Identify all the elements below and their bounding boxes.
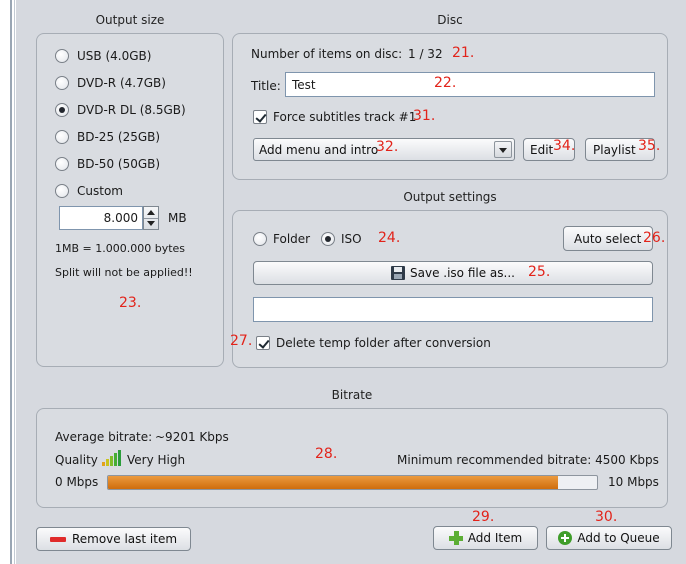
radio-dvdr-circle[interactable] [55,76,69,90]
output-settings-title: Output settings [403,190,497,204]
title-label: Title: [251,79,281,93]
remove-last-item-label: Remove last item [71,532,178,546]
bitrate-title: Bitrate [331,388,373,402]
bitrate-progress-fill [108,476,558,489]
annotation-35: 35. [638,138,661,154]
minus-icon [49,536,66,542]
annotation-31: 31. [413,108,436,124]
radio-folder-circle[interactable] [253,232,267,246]
custom-size-unit: MB [168,211,187,225]
output-size-group: USB (4.0GB) DVD-R (4.7GB) DVD-R DL (8.5G… [36,33,224,367]
auto-select-label: Auto select [574,231,642,246]
radio-usb-circle[interactable] [55,49,69,63]
stepper-down-icon[interactable] [147,221,155,226]
bitrate-max-label: 10 Mbps [608,475,659,489]
edit-button-label: Edit [530,142,554,157]
min-recommended-bitrate: Minimum recommended bitrate: 4500 Kbps [397,453,659,467]
force-subtitles-label: Force subtitles track #1 [273,110,417,124]
playlist-button-label: Playlist [593,142,636,157]
title-input[interactable]: Test [285,72,655,97]
add-to-queue-button[interactable]: Add to Queue [546,526,672,550]
annotation-34: 34. [553,138,576,154]
stepper-up-icon[interactable] [147,210,155,215]
bitrate-progress-bar [107,475,598,490]
average-bitrate-label: Average bitrate: [55,430,153,444]
save-iso-button[interactable]: Save .iso file as... [253,261,653,285]
plus-icon [448,531,463,545]
annotation-28: 28. [315,446,338,462]
radio-bd50-circle[interactable] [55,157,69,171]
add-item-label: Add Item [467,531,523,545]
items-count-value: 1 / 32 [408,47,443,61]
output-size-title: Output size [95,13,165,27]
title-input-value: Test [292,77,316,92]
radio-dvdr[interactable]: DVD-R (4.7GB) [55,76,166,90]
bitrate-min-label: 0 Mbps [55,475,99,489]
custom-size-stepper[interactable] [143,206,159,230]
disc-group: Number of items on disc: 1 / 32 21. Titl… [232,33,668,180]
delete-temp-label: Delete temp folder after conversion [276,336,491,350]
split-warning: Split will not be applied!! [55,266,193,279]
quality-value: Very High [127,453,186,467]
remove-last-item-button[interactable]: Remove last item [36,527,191,551]
annotation-27: 27. [230,333,253,349]
radio-bd50[interactable]: BD-50 (50GB) [55,157,160,171]
menu-select-value: Add menu and intro [259,142,379,157]
average-bitrate-value: ~9201 Kbps [155,430,229,444]
radio-custom-label: Custom [77,184,123,198]
radio-bd50-label: BD-50 (50GB) [77,157,161,171]
radio-dvdr-dl-label: DVD-R DL (8.5GB) [77,103,186,117]
add-to-queue-label: Add to Queue [577,531,660,545]
radio-folder[interactable]: Folder [253,232,310,246]
annotation-21: 21. [452,45,475,61]
signal-bars-icon [102,450,122,466]
circle-plus-icon [558,531,573,545]
annotation-25: 25. [528,264,551,280]
items-count-label: Number of items on disc: [251,47,403,61]
quality-label: Quality [55,453,98,467]
annotation-23: 23. [119,295,142,311]
radio-iso-circle[interactable] [321,232,335,246]
bitrate-group: Average bitrate: ~9201 Kbps Quality Very… [36,408,668,508]
radio-dvdr-dl[interactable]: DVD-R DL (8.5GB) [55,103,186,117]
floppy-disk-icon [391,266,406,280]
delete-temp-check[interactable] [256,336,270,350]
dropdown-arrow-icon[interactable] [494,141,512,158]
radio-iso-label: ISO [341,232,362,246]
radio-folder-label: Folder [273,232,311,246]
annotation-29: 29. [472,509,495,525]
radio-bd25-circle[interactable] [55,130,69,144]
radio-bd25-label: BD-25 (25GB) [77,130,161,144]
output-path-input[interactable] [253,297,653,322]
window-edge [0,0,16,564]
bytes-info: 1MB = 1.000.000 bytes [55,242,186,255]
force-subtitles-check[interactable] [253,110,267,124]
output-settings-group: Folder ISO 24. Auto select 26. Save .iso… [232,210,668,368]
annotation-32: 32. [376,139,399,155]
force-subtitles-checkbox[interactable]: Force subtitles track #1 [253,110,416,124]
radio-bd25[interactable]: BD-25 (25GB) [55,130,160,144]
radio-usb-label: USB (4.0GB) [77,49,152,63]
annotation-26: 26. [643,230,666,246]
annotation-30: 30. [595,509,618,525]
save-iso-label: Save .iso file as... [410,266,515,280]
radio-custom-circle[interactable] [55,184,69,198]
disc-title: Disc [437,13,463,27]
delete-temp-checkbox[interactable]: Delete temp folder after conversion [256,336,491,350]
radio-usb[interactable]: USB (4.0GB) [55,49,151,63]
auto-select-button[interactable]: Auto select [563,226,653,251]
radio-dvdr-dl-circle[interactable] [55,103,69,117]
custom-size-input[interactable]: 8.000 [59,206,143,230]
add-item-button[interactable]: Add Item [433,526,538,550]
custom-size-value: 8.000 [103,211,138,225]
annotation-22: 22. [434,75,457,91]
annotation-24: 24. [378,230,401,246]
radio-dvdr-label: DVD-R (4.7GB) [77,76,166,90]
radio-custom[interactable]: Custom [55,184,123,198]
radio-iso[interactable]: ISO [321,232,362,246]
